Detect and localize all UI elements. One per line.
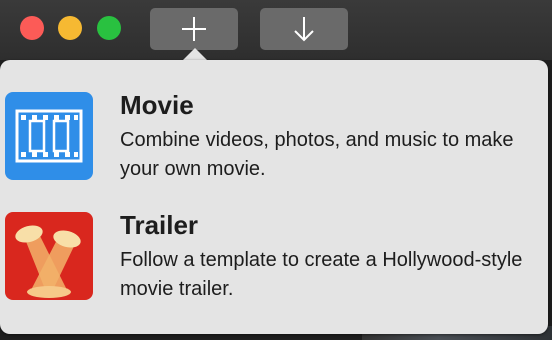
trailer-option-description: Follow a template to create a Hollywood-… bbox=[120, 249, 523, 300]
create-trailer-option[interactable]: Trailer Follow a template to create a Ho… bbox=[0, 208, 548, 320]
plus-icon bbox=[182, 17, 206, 41]
create-new-button[interactable] bbox=[150, 8, 238, 50]
arrow-down-icon bbox=[294, 17, 314, 42]
movie-option-title: Movie bbox=[120, 90, 194, 120]
film-strip-icon bbox=[5, 92, 93, 180]
window-titlebar bbox=[0, 0, 552, 60]
movie-option-description: Combine videos, photos, and music to mak… bbox=[120, 129, 514, 180]
create-new-popover: Movie Combine videos, photos, and music … bbox=[0, 60, 548, 334]
spotlights-icon bbox=[5, 212, 93, 300]
import-media-button[interactable] bbox=[260, 8, 348, 50]
minimize-window-button[interactable] bbox=[58, 16, 82, 40]
close-window-button[interactable] bbox=[20, 16, 44, 40]
trailer-option-title: Trailer bbox=[120, 210, 199, 240]
zoom-window-button[interactable] bbox=[97, 16, 121, 40]
create-movie-option[interactable]: Movie Combine videos, photos, and music … bbox=[0, 88, 548, 200]
